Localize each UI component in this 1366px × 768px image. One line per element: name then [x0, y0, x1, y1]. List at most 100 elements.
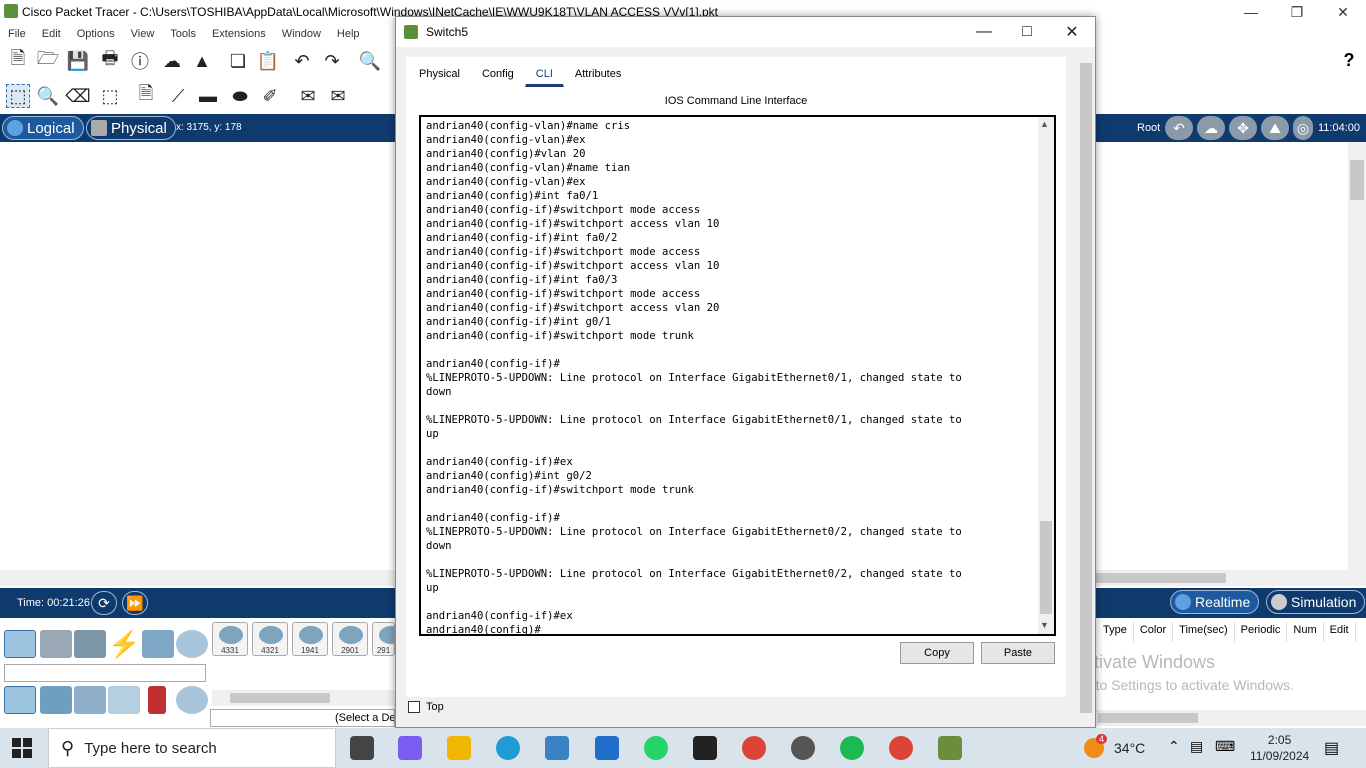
restore-button[interactable]: ❐ — [1274, 0, 1320, 24]
canvas-hscroll-thumb[interactable] — [1096, 573, 1226, 583]
draw-line-icon[interactable]: ⟋ — [166, 84, 190, 108]
canvas-vertical-scrollbar[interactable] — [1348, 142, 1366, 570]
new-file-icon[interactable]: 🗎 — [6, 48, 30, 73]
weather-temperature[interactable]: 34°C — [1114, 740, 1145, 756]
wan-emulation-subcategory-icon[interactable] — [176, 686, 208, 714]
file-explorer-icon[interactable] — [447, 736, 471, 760]
pdu-scrollbar[interactable] — [1096, 710, 1366, 726]
multiuser-category-icon[interactable] — [176, 630, 208, 658]
ellipse-icon[interactable]: ⬬ — [228, 84, 252, 108]
activity-wizard-icon[interactable]: ▲ — [190, 49, 214, 73]
print-icon[interactable]: 🖶 — [98, 48, 122, 73]
cli-scrollbar[interactable]: ▲ ▼ — [1038, 117, 1054, 634]
device-list-scrollbar[interactable] — [212, 690, 395, 706]
switches-subcategory-icon[interactable] — [40, 686, 72, 714]
help-question-icon[interactable]: ? — [1340, 48, 1358, 72]
physical-tab[interactable]: Physical — [86, 116, 176, 140]
notifications-icon[interactable]: ▤ — [1324, 738, 1339, 758]
cli-scroll-down-icon[interactable]: ▼ — [1040, 620, 1049, 630]
chrome-profile-icon[interactable] — [889, 736, 913, 760]
spotify-icon[interactable] — [840, 736, 864, 760]
copilot-icon[interactable] — [398, 736, 422, 760]
note-icon[interactable]: 🗎 — [134, 83, 158, 108]
connections-category-icon[interactable]: ⚡ — [108, 630, 140, 658]
router-4321[interactable]: 4321 — [252, 622, 288, 656]
close-button[interactable]: ✕ — [1320, 0, 1366, 24]
dialog-close-button[interactable]: ✕ — [1049, 17, 1095, 47]
router-2911[interactable]: 291 — [372, 622, 395, 656]
windows-start-icon[interactable] — [12, 738, 32, 758]
chrome-icon[interactable] — [742, 736, 766, 760]
paste-button[interactable]: Paste — [981, 642, 1055, 664]
pdu-col-periodic[interactable]: Periodic — [1235, 622, 1288, 642]
menu-view[interactable]: View — [131, 28, 155, 40]
menu-help[interactable]: Help — [337, 28, 360, 40]
mail-icon[interactable] — [595, 736, 619, 760]
wireless-subcategory-icon[interactable] — [108, 686, 140, 714]
tab-attributes[interactable]: Attributes — [564, 63, 632, 87]
menu-tools[interactable]: Tools — [170, 28, 196, 40]
move-icon[interactable]: ✥ — [1229, 116, 1257, 140]
fast-forward-icon[interactable]: ⏩ — [122, 591, 148, 615]
security-subcategory-icon[interactable] — [148, 686, 166, 714]
realtime-tab[interactable]: Realtime — [1170, 590, 1260, 614]
power-cycle-icon[interactable]: ⟳ — [91, 591, 117, 615]
tray-chevron-icon[interactable]: ⌃ — [1168, 738, 1180, 755]
menu-options[interactable]: Options — [77, 28, 115, 40]
undo-icon[interactable]: ↶ — [290, 49, 314, 73]
edge-icon[interactable] — [496, 736, 520, 760]
complex-pdu-icon[interactable]: ✉ — [326, 84, 350, 108]
misc-category-icon[interactable] — [142, 630, 174, 658]
network-devices-category-icon[interactable] — [4, 630, 36, 658]
dialog-minimize-button[interactable]: — — [961, 17, 1007, 47]
inspect-icon[interactable]: 🔍 — [36, 84, 60, 108]
select-icon[interactable]: ⬚ — [6, 84, 30, 108]
tab-cli[interactable]: CLI — [524, 63, 564, 87]
end-devices-category-icon[interactable] — [40, 630, 72, 658]
cli-scroll-up-icon[interactable]: ▲ — [1040, 119, 1049, 129]
resize-icon[interactable]: ⬚ — [98, 84, 122, 108]
freeform-icon[interactable]: ✐ — [258, 84, 282, 108]
router-4331[interactable]: 4331 — [212, 622, 248, 656]
store-icon[interactable] — [545, 736, 569, 760]
menu-edit[interactable]: Edit — [42, 28, 61, 40]
redo-icon[interactable]: ↷ — [320, 49, 344, 73]
copy-icon[interactable]: ❏ — [226, 49, 250, 73]
tab-physical[interactable]: Physical — [408, 63, 471, 87]
simple-pdu-icon[interactable]: ✉ — [296, 84, 320, 108]
background-icon[interactable]: ⛰ — [1261, 116, 1289, 140]
keyboard-icon[interactable]: ⌨ — [1215, 738, 1235, 755]
nox-icon[interactable] — [693, 736, 717, 760]
pdu-col-color[interactable]: Color — [1134, 622, 1174, 642]
dialog-maximize-button[interactable]: □ — [1004, 17, 1050, 47]
cluster-icon[interactable]: ☁ — [1197, 116, 1225, 140]
dialog-scrollbar[interactable] — [1078, 53, 1094, 725]
settings-icon[interactable] — [791, 736, 815, 760]
device-list-scroll-thumb[interactable] — [230, 693, 330, 703]
system-clock[interactable]: 2:05 11/09/2024 — [1250, 732, 1309, 764]
delete-icon[interactable]: ⌫ — [65, 84, 90, 108]
top-checkbox-box[interactable] — [408, 701, 420, 713]
whatsapp-icon[interactable] — [644, 736, 668, 760]
copy-button[interactable]: Copy — [900, 642, 974, 664]
components-category-icon[interactable] — [74, 630, 106, 658]
pdu-col-time[interactable]: Time(sec) — [1173, 622, 1235, 642]
cli-output[interactable]: andrian40(config-vlan)#name cris andrian4… — [426, 119, 1036, 634]
menu-file[interactable]: File — [8, 28, 26, 40]
back-icon[interactable]: ↶ — [1165, 116, 1193, 140]
rectangle-icon[interactable]: ▬ — [196, 84, 220, 108]
top-checkbox[interactable]: Top — [408, 701, 444, 713]
taskbar-search[interactable]: ⚲ Type here to search — [48, 728, 336, 768]
save-icon[interactable]: 💾 — [66, 49, 90, 73]
canvas-vscroll-thumb[interactable] — [1350, 160, 1364, 200]
router-1941[interactable]: 1941 — [292, 622, 328, 656]
router-2901[interactable]: 2901 — [332, 622, 368, 656]
pdu-col-edit[interactable]: Edit — [1324, 622, 1356, 642]
tab-config[interactable]: Config — [471, 63, 525, 87]
simulation-tab[interactable]: Simulation — [1266, 590, 1366, 614]
network-wizard-icon[interactable]: ☁ — [160, 49, 184, 73]
menu-window[interactable]: Window — [282, 28, 321, 40]
zoom-in-icon[interactable]: 🔍 — [358, 49, 382, 73]
viewport-icon[interactable]: ◎ — [1293, 116, 1313, 140]
pdu-col-type[interactable]: Type — [1097, 622, 1134, 642]
